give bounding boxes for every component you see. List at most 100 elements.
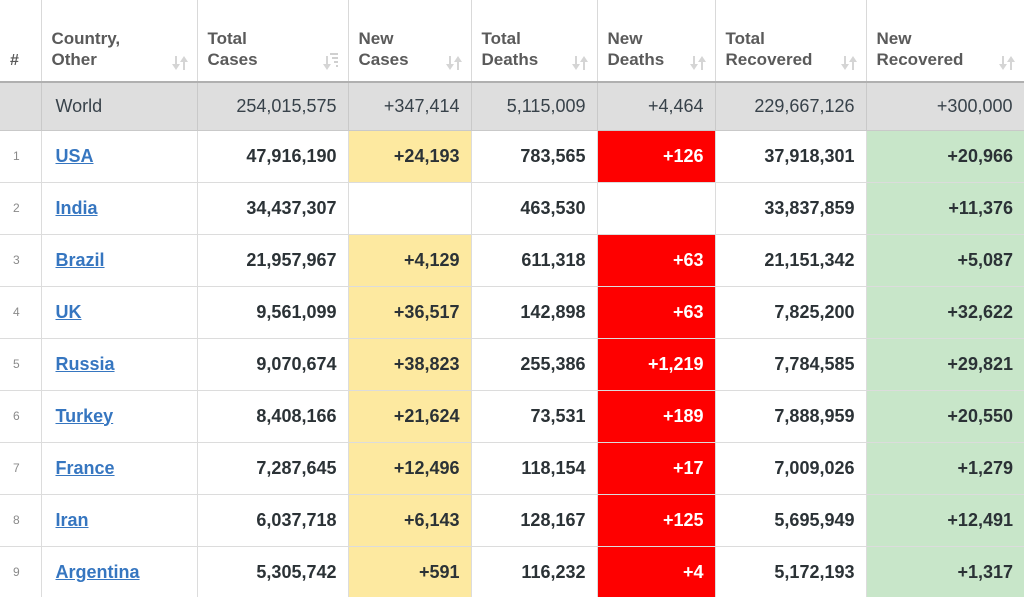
column-header-country-label: Country, Other <box>51 28 121 70</box>
row-new-deaths: +4,464 <box>597 82 716 131</box>
row-rank: 6 <box>0 390 42 443</box>
column-header-new-deaths[interactable]: New Deaths <box>597 0 716 83</box>
covid-stats-table: # Country, Other Total Cases New Cases T… <box>0 0 1024 597</box>
table-row: 3 Brazil 21,957,967 +4,129 611,318 +63 21,151,… <box>0 234 1024 287</box>
row-new-cases <box>348 182 472 235</box>
row-new-cases: +21,624 <box>348 390 472 443</box>
row-rank: 3 <box>0 234 42 287</box>
column-header-total-cases[interactable]: Total Cases <box>197 0 349 83</box>
row-total-deaths: 142,898 <box>471 286 598 339</box>
country-link[interactable]: Iran <box>56 510 89 530</box>
row-total-deaths: 73,531 <box>471 390 598 443</box>
row-new-cases: +4,129 <box>348 234 472 287</box>
column-header-total-cases-label: Total Cases <box>207 28 258 70</box>
column-header-new-cases-label: New Cases <box>358 28 409 70</box>
table-row-world: World 254,015,575 +347,414 5,115,009 +4,464 2… <box>0 82 1024 131</box>
column-header-country[interactable]: Country, Other <box>41 0 198 83</box>
sort-updown-icon[interactable] <box>171 52 188 70</box>
row-new-recovered: +12,491 <box>866 494 1024 547</box>
table-row: 8 Iran 6,037,718 +6,143 128,167 +125 5,695,949… <box>0 494 1024 547</box>
row-total-recovered: 21,151,342 <box>715 234 867 287</box>
row-country[interactable]: France <box>41 442 198 495</box>
row-new-recovered: +20,550 <box>866 390 1024 443</box>
column-header-rank-label: # <box>10 51 19 69</box>
row-total-deaths: 255,386 <box>471 338 598 391</box>
row-new-deaths <box>597 182 716 235</box>
row-new-recovered: +5,087 <box>866 234 1024 287</box>
row-new-deaths: +63 <box>597 286 716 339</box>
row-new-deaths: +4 <box>597 546 716 597</box>
row-country[interactable]: UK <box>41 286 198 339</box>
row-total-deaths: 611,318 <box>471 234 598 287</box>
row-total-cases: 254,015,575 <box>197 82 349 131</box>
row-country[interactable]: India <box>41 182 198 235</box>
table-row: 2 India 34,437,307 463,530 33,837,859 +11,376 <box>0 182 1024 235</box>
sort-updown-icon[interactable] <box>689 52 706 70</box>
row-total-recovered: 37,918,301 <box>715 130 867 183</box>
column-header-new-recovered[interactable]: New Recovered <box>866 0 1024 83</box>
row-country[interactable]: USA <box>41 130 198 183</box>
country-link[interactable]: India <box>56 198 98 218</box>
country-link[interactable]: Brazil <box>56 250 105 270</box>
row-country[interactable]: Turkey <box>41 390 198 443</box>
column-header-new-deaths-label: New Deaths <box>607 28 665 70</box>
column-header-total-recovered-label: Total Recovered <box>725 28 813 70</box>
row-total-recovered: 7,825,200 <box>715 286 867 339</box>
row-total-cases: 7,287,645 <box>197 442 349 495</box>
row-rank: 5 <box>0 338 42 391</box>
row-new-cases: +6,143 <box>348 494 472 547</box>
row-total-cases: 5,305,742 <box>197 546 349 597</box>
row-new-deaths: +125 <box>597 494 716 547</box>
row-total-deaths: 783,565 <box>471 130 598 183</box>
row-country[interactable]: Iran <box>41 494 198 547</box>
column-header-total-deaths-label: Total Deaths <box>481 28 539 70</box>
row-new-cases: +38,823 <box>348 338 472 391</box>
row-total-cases: 8,408,166 <box>197 390 349 443</box>
column-header-total-deaths[interactable]: Total Deaths <box>471 0 598 83</box>
row-total-cases: 9,561,099 <box>197 286 349 339</box>
sort-updown-icon[interactable] <box>445 52 462 70</box>
row-total-recovered: 7,784,585 <box>715 338 867 391</box>
country-link[interactable]: Turkey <box>56 406 114 426</box>
column-header-new-recovered-label: New Recovered <box>876 28 964 70</box>
country-link[interactable]: Argentina <box>56 562 140 582</box>
table-row: 4 UK 9,561,099 +36,517 142,898 +63 7,825,200 +3… <box>0 286 1024 339</box>
row-rank: 8 <box>0 494 42 547</box>
row-new-deaths: +189 <box>597 390 716 443</box>
row-rank <box>0 82 42 131</box>
country-link[interactable]: USA <box>56 146 94 166</box>
column-header-total-recovered[interactable]: Total Recovered <box>715 0 867 83</box>
row-new-recovered: +20,966 <box>866 130 1024 183</box>
sort-updown-icon[interactable] <box>840 52 857 70</box>
row-total-deaths: 5,115,009 <box>471 82 598 131</box>
row-total-cases: 21,957,967 <box>197 234 349 287</box>
table-header: # Country, Other Total Cases New Cases T… <box>0 0 1024 83</box>
row-new-cases: +591 <box>348 546 472 597</box>
row-country[interactable]: Brazil <box>41 234 198 287</box>
sort-updown-icon[interactable] <box>999 52 1015 70</box>
row-total-recovered: 7,888,959 <box>715 390 867 443</box>
table-row: 6 Turkey 8,408,166 +21,624 73,531 +189 7,888,9… <box>0 390 1024 443</box>
sort-descending-icon[interactable] <box>322 52 338 70</box>
row-total-deaths: 128,167 <box>471 494 598 547</box>
row-total-cases: 9,070,674 <box>197 338 349 391</box>
country-link[interactable]: France <box>56 458 115 478</box>
country-link[interactable]: Russia <box>56 354 115 374</box>
row-country[interactable]: Russia <box>41 338 198 391</box>
row-rank: 9 <box>0 546 42 597</box>
covid-stats-table-container: exmoornews # Country,Other <box>0 0 1024 597</box>
row-country[interactable]: Argentina <box>41 546 198 597</box>
row-total-recovered: 33,837,859 <box>715 182 867 235</box>
row-new-recovered: +11,376 <box>866 182 1024 235</box>
row-total-cases: 6,037,718 <box>197 494 349 547</box>
country-link[interactable]: UK <box>56 302 82 322</box>
row-new-recovered: +300,000 <box>866 82 1024 131</box>
table-body: World 254,015,575 +347,414 5,115,009 +4,464 2… <box>0 82 1024 597</box>
row-new-recovered: +29,821 <box>866 338 1024 391</box>
column-header-new-cases[interactable]: New Cases <box>348 0 472 83</box>
header-row: # Country, Other Total Cases New Cases T… <box>0 0 1024 83</box>
column-header-rank[interactable]: # <box>0 0 42 83</box>
sort-updown-icon[interactable] <box>571 52 588 70</box>
row-country: World <box>41 82 198 131</box>
row-new-cases: +36,517 <box>348 286 472 339</box>
